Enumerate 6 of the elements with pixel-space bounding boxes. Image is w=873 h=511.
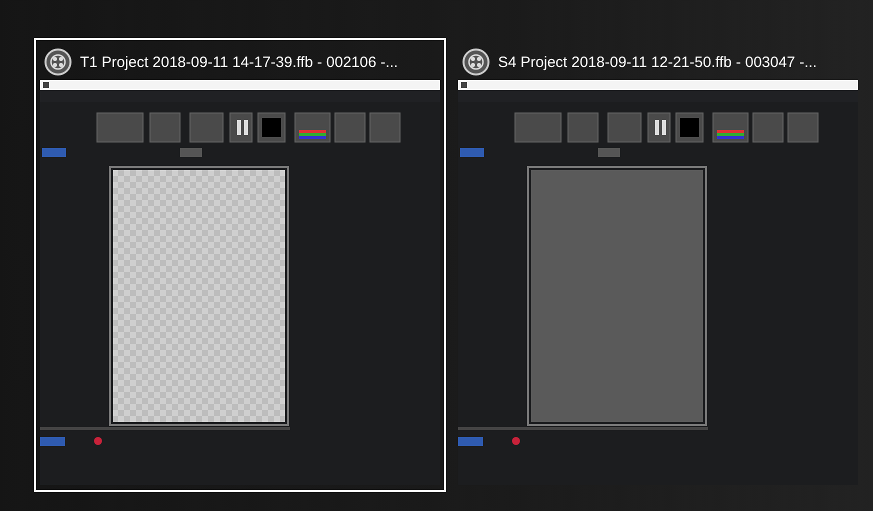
window-title: T1 Project 2018-09-11 14-17-39.ffb - 002106 -... xyxy=(80,54,398,70)
window-thumbnail[interactable]: T1 Project 2018-09-11 14-17-39.ffb - 002106 -... xyxy=(34,38,446,492)
film-reel-icon xyxy=(44,48,72,76)
window-thumbnail[interactable]: S4 Project 2018-09-11 12-21-50.ffb - 003047 -... xyxy=(452,38,864,492)
film-reel-icon xyxy=(462,48,490,76)
window-title: S4 Project 2018-09-11 12-21-50.ffb - 003047 -... xyxy=(498,54,817,70)
